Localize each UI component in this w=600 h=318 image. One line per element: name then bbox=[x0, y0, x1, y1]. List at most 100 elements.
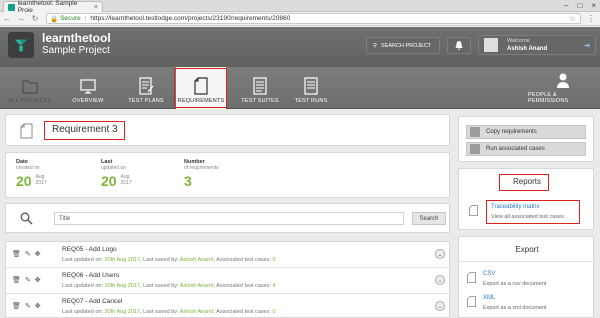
nav-label: OVERVIEW bbox=[72, 98, 104, 104]
browser-menu-icon[interactable]: ⋮ bbox=[587, 14, 595, 23]
separator: | bbox=[84, 15, 87, 22]
nav-test-suites[interactable]: TEST SUITES bbox=[230, 67, 290, 109]
minimize-icon[interactable]: – bbox=[564, 1, 568, 10]
app-header: learnthetool Sample Project ⚲ SEARCH PRO… bbox=[0, 27, 600, 67]
item-meta: Last updated on: 20th Aug 2017, Last sav… bbox=[62, 257, 276, 263]
divider bbox=[459, 261, 595, 262]
search-button[interactable]: Search bbox=[412, 212, 446, 225]
browser-tab[interactable]: learnthetool: Sample Proje × bbox=[3, 0, 103, 14]
forward-icon[interactable]: → bbox=[14, 14, 28, 23]
logout-icon[interactable]: ⇥ bbox=[583, 41, 590, 50]
chevron-down-icon[interactable]: ⌄ bbox=[435, 301, 445, 311]
brand-name: learnthetool bbox=[42, 31, 111, 45]
edit-icon[interactable]: ✎ bbox=[25, 276, 31, 284]
csv-export-desc: Export as a csv document bbox=[483, 281, 547, 287]
close-window-icon[interactable]: × bbox=[591, 1, 596, 10]
document-icon bbox=[469, 205, 478, 216]
item-meta: Last updated on: 20th Aug 2017, Last sav… bbox=[62, 309, 276, 315]
nav-test-runs[interactable]: TEST RUNS bbox=[286, 67, 336, 109]
user-menu[interactable]: Welcome Ashish Anand ⇥ bbox=[478, 35, 596, 55]
xml-export-desc: Export as a xml document bbox=[483, 305, 547, 311]
delete-icon[interactable]: 🗑 bbox=[12, 276, 21, 284]
maximize-icon[interactable]: □ bbox=[577, 1, 582, 10]
notifications-button[interactable] bbox=[447, 37, 471, 54]
stat-sub: updated on bbox=[101, 165, 127, 171]
move-icon[interactable]: ✥ bbox=[35, 302, 41, 310]
lock-icon: 🔒 bbox=[50, 15, 59, 23]
stat-sub: of requirements bbox=[184, 165, 219, 171]
title-search-input[interactable]: Title bbox=[54, 212, 404, 225]
secure-label: Secure bbox=[60, 15, 81, 22]
requirement-stats: Date created on 20 Aug 2017 Last updated … bbox=[5, 152, 450, 198]
nav-label: TEST SUITES bbox=[241, 98, 279, 104]
stat-value: 3 bbox=[184, 173, 192, 189]
address-bar: ← → ↻ 🔒 Secure | https://learnthetool.te… bbox=[0, 12, 600, 26]
stat-month: Aug 2017 bbox=[35, 174, 47, 186]
export-panel: Export CSV Export as a csv document XML … bbox=[458, 236, 595, 318]
list-item[interactable]: 🗑 ✎ ✥ REQ05 - Add Logo Last updated on: … bbox=[6, 242, 451, 268]
url-field[interactable]: 🔒 Secure | https://learnthetool.testlodg… bbox=[46, 13, 581, 24]
stat-month: Aug 2017 bbox=[120, 174, 132, 186]
reload-icon[interactable]: ↻ bbox=[28, 14, 42, 23]
test-plan-icon bbox=[139, 77, 154, 95]
stat-number: Number of requirements 3 bbox=[184, 159, 219, 189]
nav-test-plans[interactable]: TEST PLANS bbox=[118, 67, 174, 109]
highlight-box-reports bbox=[499, 174, 549, 191]
edit-icon[interactable]: ✎ bbox=[25, 302, 31, 310]
run-associated-cases-label: Run associated cases bbox=[486, 146, 545, 152]
xml-export-link[interactable]: XML bbox=[483, 295, 495, 301]
run-icon bbox=[470, 144, 480, 154]
highlight-box-title bbox=[44, 121, 125, 140]
chevron-down-icon[interactable]: ⌄ bbox=[435, 275, 445, 285]
nav-all-projects[interactable]: ALL PROJECTS bbox=[2, 67, 58, 109]
search-icon bbox=[20, 212, 33, 225]
testlodge-logo-icon[interactable] bbox=[8, 32, 34, 58]
bookmark-star-icon[interactable]: ☆ bbox=[569, 14, 576, 23]
search-project-button[interactable]: ⚲ SEARCH PROJECT bbox=[366, 37, 440, 54]
highlight-box-traceability bbox=[486, 200, 580, 224]
search-project-label: SEARCH PROJECT bbox=[381, 42, 432, 49]
back-icon[interactable]: ← bbox=[0, 14, 14, 23]
stat-sub: created on bbox=[16, 165, 40, 171]
chevron-down-icon[interactable]: ⌄ bbox=[435, 249, 445, 259]
welcome-label: Welcome bbox=[507, 38, 530, 44]
copy-requirements-label: Copy requirements bbox=[486, 129, 537, 135]
requirement-actions-panel: Copy requirements Run associated cases bbox=[458, 116, 594, 162]
highlight-box-requirements bbox=[174, 68, 227, 108]
delete-icon[interactable]: 🗑 bbox=[12, 302, 21, 310]
user-name: Ashish Anand bbox=[507, 46, 548, 52]
folder-icon bbox=[22, 80, 38, 94]
document-icon bbox=[20, 123, 33, 139]
bell-icon bbox=[455, 41, 463, 50]
item-name[interactable]: REQ05 - Add Logo bbox=[62, 246, 117, 253]
item-meta: Last updated on: 20th Aug 2017, Last sav… bbox=[62, 283, 276, 289]
item-name[interactable]: REQ06 - Add Users bbox=[62, 272, 119, 279]
list-item[interactable]: 🗑 ✎ ✥ REQ07 - Add Cancel Last updated on… bbox=[6, 294, 451, 318]
row-actions: 🗑 ✎ ✥ bbox=[12, 276, 41, 284]
edit-icon[interactable]: ✎ bbox=[25, 250, 31, 258]
copy-requirements-button[interactable]: Copy requirements bbox=[466, 125, 586, 139]
nav-people-permissions[interactable]: PEOPLE & PERMISSIONS bbox=[528, 67, 598, 109]
nav-label: ALL PROJECTS bbox=[8, 98, 52, 104]
favicon-icon bbox=[8, 3, 15, 11]
nav-label: TEST RUNS bbox=[294, 98, 328, 104]
stat-created: Date created on 20 Aug 2017 bbox=[16, 159, 47, 189]
stat-updated: Last updated on 20 Aug 2017 bbox=[101, 159, 132, 189]
window-controls: – □ × bbox=[564, 1, 596, 10]
row-actions: 🗑 ✎ ✥ bbox=[12, 302, 41, 310]
run-associated-cases-button[interactable]: Run associated cases bbox=[466, 142, 586, 156]
list-item[interactable]: 🗑 ✎ ✥ REQ06 - Add Users Last updated on:… bbox=[6, 268, 451, 294]
close-tab-icon[interactable]: × bbox=[94, 4, 98, 11]
url-text: https://learnthetool.testlodge.com/proje… bbox=[90, 15, 291, 22]
csv-file-icon bbox=[467, 272, 476, 283]
search-icon: ⚲ bbox=[373, 42, 378, 49]
main-nav: ALL PROJECTS OVERVIEW TEST PLANS REQUIRE… bbox=[0, 67, 600, 109]
item-name[interactable]: REQ07 - Add Cancel bbox=[62, 298, 122, 305]
export-heading: Export bbox=[515, 245, 539, 254]
move-icon[interactable]: ✥ bbox=[35, 276, 41, 284]
delete-icon[interactable]: 🗑 bbox=[12, 250, 21, 258]
move-icon[interactable]: ✥ bbox=[35, 250, 41, 258]
nav-overview[interactable]: OVERVIEW bbox=[60, 67, 116, 109]
csv-export-link[interactable]: CSV bbox=[483, 271, 495, 277]
nav-label: PEOPLE & PERMISSIONS bbox=[528, 92, 569, 104]
